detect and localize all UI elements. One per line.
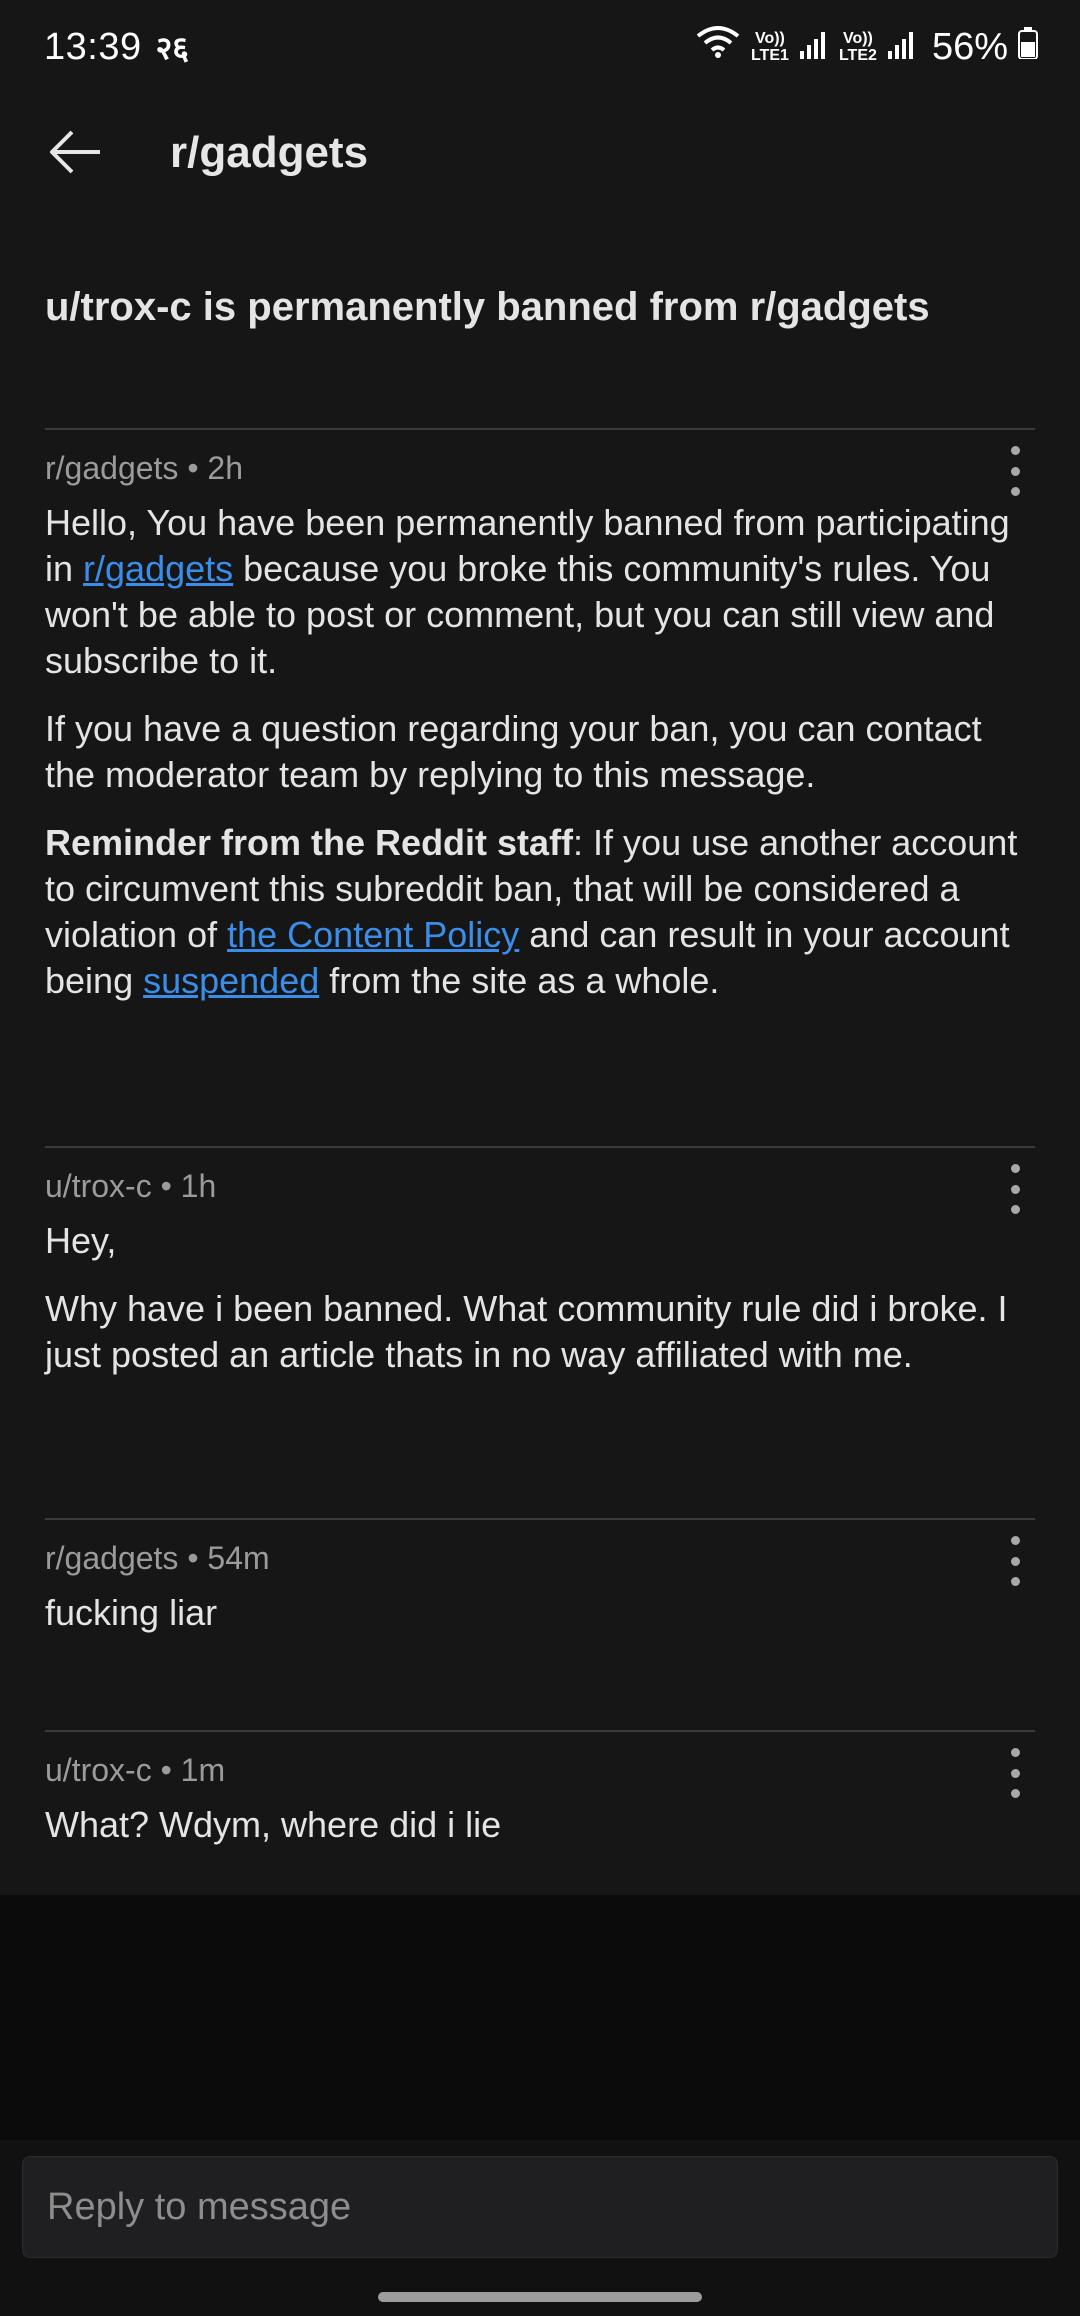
message-item: u/trox-c • 1m What? Wdym, where did i li… xyxy=(45,1730,1035,1894)
more-options-button[interactable] xyxy=(1003,1536,1027,1586)
reply-composer: Reply to message xyxy=(0,2140,1080,2316)
message-paragraph: Why have i been banned. What community r… xyxy=(45,1288,1008,1375)
message-item: u/trox-c • 1h Hey, Why have i been banne… xyxy=(45,1146,1035,1518)
message-meta: u/trox-c • 1h xyxy=(45,1168,217,1204)
top-app-bar: r/gadgets xyxy=(0,100,1080,210)
message-paragraph: Hello, You have been permanently banned … xyxy=(45,500,1035,684)
status-bar: 13:39 २६ Vo)) LTE1 Vo)) LTE2 56% xyxy=(0,0,1080,94)
message-subject: u/trox-c is permanently banned from r/ga… xyxy=(45,285,930,329)
wifi-icon xyxy=(696,24,740,70)
battery-icon xyxy=(1018,26,1038,69)
more-vertical-icon xyxy=(1010,446,1020,455)
empty-space xyxy=(0,1895,1080,2140)
message-meta: r/gadgets • 54m xyxy=(45,1540,270,1576)
status-right: Vo)) LTE1 Vo)) LTE2 56% xyxy=(696,24,1038,70)
message-body: fucking liar xyxy=(45,1590,1035,1636)
message-meta: u/trox-c • 1m xyxy=(45,1752,226,1788)
more-vertical-icon xyxy=(1010,1748,1020,1757)
suspended-link[interactable]: suspended xyxy=(143,960,319,1001)
more-options-button[interactable] xyxy=(1003,1748,1027,1798)
battery-percent: 56% xyxy=(931,25,1008,68)
message-paragraph: What? Wdym, where did i lie xyxy=(45,1804,502,1845)
message-paragraph: fucking liar xyxy=(45,1592,218,1633)
more-vertical-icon xyxy=(1010,1164,1020,1173)
subreddit-link[interactable]: r/gadgets xyxy=(83,548,233,589)
signal-icon xyxy=(799,26,828,69)
message-item: r/gadgets • 2h Hello, You have been perm… xyxy=(45,428,1035,1146)
text-span: from the site as a whole. xyxy=(319,960,720,1001)
signal-icon xyxy=(887,26,916,69)
content-policy-link[interactable]: the Content Policy xyxy=(227,914,519,955)
status-left: 13:39 २६ xyxy=(44,26,189,69)
message-thread: r/gadgets • 2h Hello, You have been perm… xyxy=(0,428,1080,1894)
home-indicator[interactable] xyxy=(378,2292,702,2302)
message-paragraph: Reminder from the Reddit staff: If you u… xyxy=(45,820,1035,1004)
bold-text: Reminder from the Reddit staff xyxy=(45,822,574,863)
back-arrow-icon xyxy=(46,128,102,181)
message-body: Hey, Why have i been banned. What commun… xyxy=(45,1218,1035,1378)
more-options-button[interactable] xyxy=(1003,446,1027,496)
status-extra-text: २६ xyxy=(155,29,189,66)
back-button[interactable] xyxy=(44,124,104,184)
message-paragraph: Hey, xyxy=(45,1220,117,1261)
sim2-label: Vo)) LTE2 xyxy=(838,30,877,64)
message-body: What? Wdym, where did i lie xyxy=(45,1802,1035,1848)
message-body: Hello, You have been permanently banned … xyxy=(45,500,1035,1004)
message-item: r/gadgets • 54m fucking liar xyxy=(45,1518,1035,1730)
sim1-label: Vo)) LTE1 xyxy=(750,30,789,64)
status-time: 13:39 xyxy=(44,25,142,68)
message-meta: r/gadgets • 2h xyxy=(45,450,243,486)
message-paragraph: If you have a question regarding your ba… xyxy=(45,708,982,795)
page-title: r/gadgets xyxy=(170,128,369,177)
more-options-button[interactable] xyxy=(1003,1164,1027,1214)
reply-input[interactable]: Reply to message xyxy=(22,2156,1058,2258)
more-vertical-icon xyxy=(1010,1536,1020,1545)
